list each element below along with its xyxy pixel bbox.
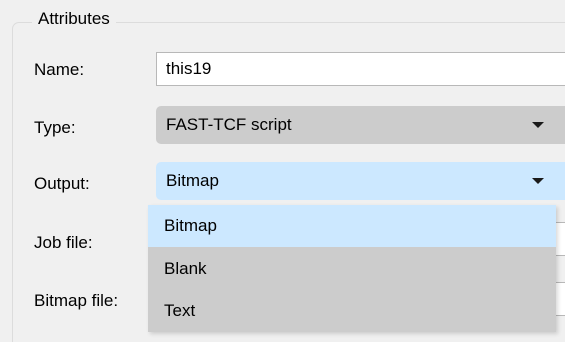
name-input[interactable]: this19 [156,52,565,86]
bitmap-file-label: Bitmap file: [34,291,119,310]
dropdown-option-bitmap[interactable]: Bitmap [148,205,556,247]
job-file-label: Job file: [34,233,93,252]
type-label: Type: [34,118,76,137]
output-combobox-value: Bitmap [166,171,219,190]
dropdown-option-blank[interactable]: Blank [148,248,556,290]
dropdown-option-text[interactable]: Text [148,290,556,332]
chevron-down-icon [532,122,544,128]
output-label: Output: [34,174,90,193]
output-dropdown-list: Bitmap Blank Text [148,205,556,332]
type-combobox[interactable]: FAST-TCF script [156,106,565,144]
chevron-down-icon [532,178,544,184]
attributes-legend: Attributes [32,9,116,29]
type-combobox-value: FAST-TCF script [166,115,292,134]
output-combobox[interactable]: Bitmap [156,162,565,200]
name-label: Name: [34,60,85,79]
